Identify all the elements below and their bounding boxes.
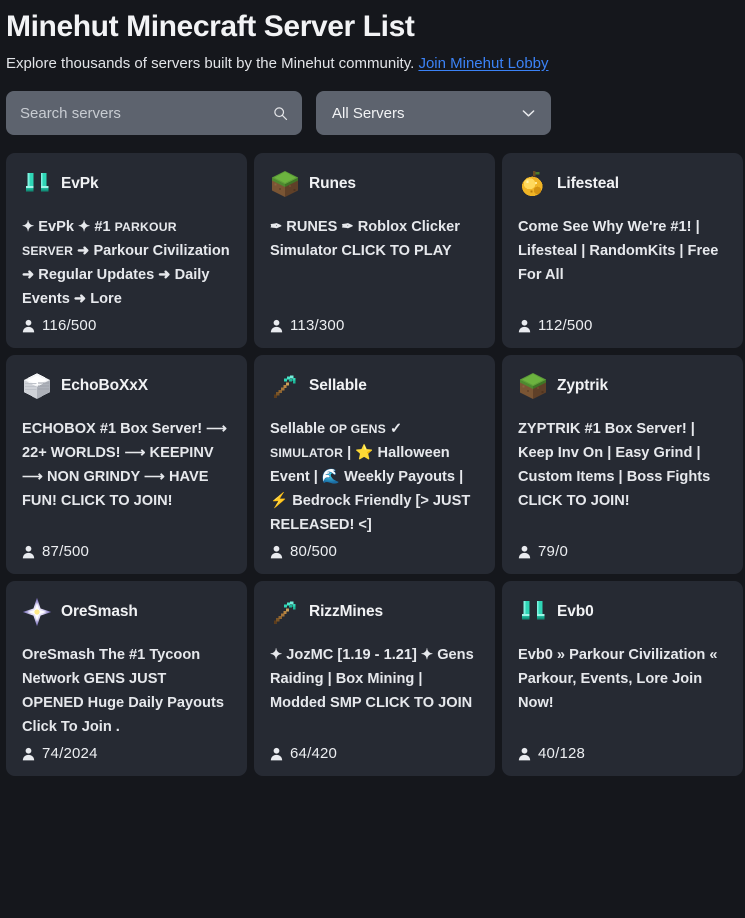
diamond-boots-icon <box>521 600 545 620</box>
server-name: Runes <box>309 175 356 193</box>
player-count: 116/500 <box>42 317 97 335</box>
person-icon <box>518 319 531 333</box>
server-card[interactable]: Runes ✒ RUNES ✒ Roblox Clicker Simulator… <box>254 153 495 349</box>
player-count: 40/128 <box>538 745 586 763</box>
server-motd: Come See Why We're #1! | Lifesteal | Ran… <box>518 219 719 284</box>
person-icon <box>270 319 283 333</box>
player-count: 112/500 <box>538 317 593 335</box>
filter-controls: All Servers <box>0 91 745 136</box>
diamond-pickaxe-icon <box>273 601 296 624</box>
server-motd: Evb0 » Parkour Civilization « Parkour, E… <box>518 647 718 712</box>
white-box-icon <box>23 373 51 400</box>
server-card-grid: EvPk ✦ EvPk ✦ #1 PARKOUR SERVER ➜ Parkou… <box>0 153 745 777</box>
person-icon <box>22 545 35 559</box>
server-card[interactable]: Sellable Sellable OP GENS ✓ SIMULATOR | … <box>254 355 495 575</box>
server-name: Sellable <box>309 377 367 395</box>
grass-block-icon <box>271 170 299 198</box>
player-count-row: 74/2024 <box>22 739 231 762</box>
server-motd: ZYPTRIK #1 Box Server! | Keep Inv On | E… <box>518 421 711 510</box>
server-card-header: EvPk <box>22 169 231 199</box>
server-card[interactable]: Lifesteal Come See Why We're #1! | Lifes… <box>502 153 743 349</box>
server-card-header: Sellable <box>270 371 479 401</box>
server-card[interactable]: OreSmash OreSmash The #1 Tycoon Network … <box>6 581 247 777</box>
server-name: EchoBoXxX <box>61 377 148 395</box>
grass-block-icon <box>519 372 547 400</box>
player-count-row: 87/500 <box>22 537 231 560</box>
player-count-row: 116/500 <box>22 311 231 334</box>
diamond-pickaxe-icon <box>273 375 296 398</box>
server-list-page: Minehut Minecraft Server List Explore th… <box>0 0 745 918</box>
person-icon <box>270 747 283 761</box>
player-count-row: 79/0 <box>518 537 727 560</box>
server-motd: OreSmash The #1 Tycoon Network GENS JUST… <box>22 647 224 736</box>
player-count-row: 113/300 <box>270 311 479 334</box>
search-input-wrapper[interactable] <box>6 91 302 136</box>
server-card-header: Runes <box>270 169 479 199</box>
player-count-row: 80/500 <box>270 537 479 560</box>
person-icon <box>270 545 283 559</box>
search-icon <box>274 106 288 120</box>
chevron-down-icon <box>522 109 535 117</box>
server-card[interactable]: Zyptrik ZYPTRIK #1 Box Server! | Keep In… <box>502 355 743 575</box>
server-name: OreSmash <box>61 603 138 621</box>
page-header: Minehut Minecraft Server List Explore th… <box>0 0 745 73</box>
server-name: EvPk <box>61 175 99 193</box>
player-count-row: 40/128 <box>518 739 727 762</box>
player-count-row: 64/420 <box>270 739 479 762</box>
server-card-header: RizzMines <box>270 597 479 627</box>
player-count-row: 112/500 <box>518 311 727 334</box>
subtitle-text: Explore thousands of servers built by th… <box>6 54 415 72</box>
person-icon <box>518 545 531 559</box>
player-count: 80/500 <box>290 543 338 561</box>
server-name: Evb0 <box>557 603 594 621</box>
server-card[interactable]: EchoBoXxX ECHOBOX #1 Box Server! ⟶ 22+ W… <box>6 355 247 575</box>
player-count: 79/0 <box>538 543 568 561</box>
server-name: Lifesteal <box>557 175 619 193</box>
player-count: 113/300 <box>290 317 345 335</box>
person-icon <box>518 747 531 761</box>
server-card-header: EchoBoXxX <box>22 371 231 401</box>
server-card[interactable]: Evb0 Evb0 » Parkour Civilization « Parko… <box>502 581 743 777</box>
search-input[interactable] <box>20 104 273 122</box>
server-card[interactable]: RizzMines ✦ JozMC [1.19 - 1.21] ✦ Gens R… <box>254 581 495 777</box>
page-subtitle: Explore thousands of servers built by th… <box>6 54 731 74</box>
nether-star-icon <box>22 597 52 627</box>
server-type-filter[interactable]: All Servers <box>316 91 551 136</box>
server-motd: Sellable OP GENS ✓ SIMULATOR | ⭐ Hallowe… <box>270 421 471 534</box>
server-motd: ECHOBOX #1 Box Server! ⟶ 22+ WORLDS! ⟶ K… <box>22 421 228 510</box>
player-count: 87/500 <box>42 543 90 561</box>
server-name: RizzMines <box>309 603 384 621</box>
person-icon <box>22 747 35 761</box>
page-title: Minehut Minecraft Server List <box>6 10 415 43</box>
server-name: Zyptrik <box>557 377 608 395</box>
diamond-boots-icon <box>25 172 49 192</box>
server-card-header: Evb0 <box>518 597 727 627</box>
server-motd: ✒ RUNES ✒ Roblox Clicker Simulator CLICK… <box>270 219 460 260</box>
server-card-header: OreSmash <box>22 597 231 627</box>
player-count: 74/2024 <box>42 745 98 763</box>
server-card[interactable]: EvPk ✦ EvPk ✦ #1 PARKOUR SERVER ➜ Parkou… <box>6 153 247 349</box>
server-motd: ✦ EvPk ✦ #1 PARKOUR SERVER ➜ Parkour Civ… <box>22 219 230 308</box>
person-icon <box>22 319 35 333</box>
player-count: 64/420 <box>290 745 338 763</box>
server-motd: ✦ JozMC [1.19 - 1.21] ✦ Gens Raiding | B… <box>270 647 474 712</box>
join-minehut-lobby-link[interactable]: Join Minehut Lobby <box>418 55 548 72</box>
server-card-header: Lifesteal <box>518 169 727 199</box>
golden-apple-icon <box>521 170 543 197</box>
filter-selected-label: All Servers <box>332 104 405 122</box>
server-card-header: Zyptrik <box>518 371 727 401</box>
